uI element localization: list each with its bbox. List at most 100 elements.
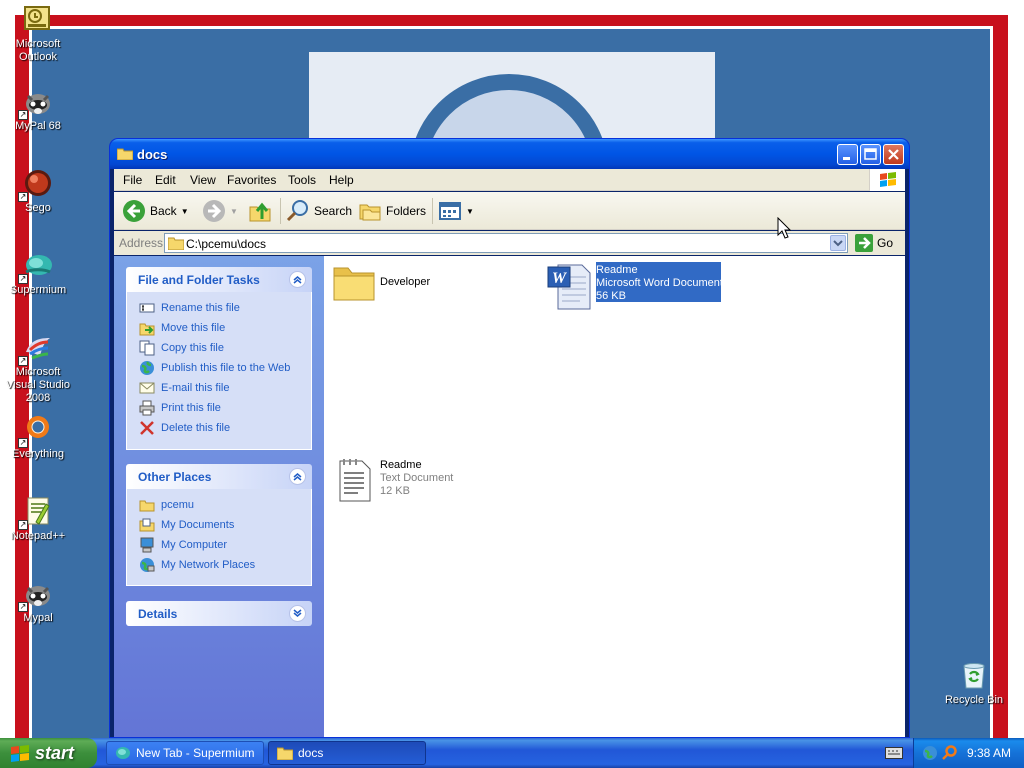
windows-logo-icon: [11, 745, 29, 762]
clock: 9:38 AM: [967, 746, 1012, 760]
task-label: Move this file: [161, 322, 226, 334]
wallpaper-image: [309, 52, 715, 152]
collapse-icon[interactable]: [289, 468, 306, 485]
folder-icon: [139, 497, 155, 513]
place-pcemu[interactable]: pcemu: [139, 495, 311, 515]
folder-icon: [277, 747, 293, 760]
search-tray-icon[interactable]: [942, 745, 958, 761]
chevron-down-icon[interactable]: ▼: [230, 207, 238, 216]
back-button[interactable]: Back ▼: [122, 198, 189, 224]
address-label: Address: [119, 236, 164, 250]
windows-logo-icon: [869, 169, 905, 191]
desktop-icon-mypal-68[interactable]: ↗ MyPal 68: [0, 86, 76, 133]
close-icon: [888, 149, 899, 160]
minimize-icon: [843, 157, 850, 160]
minimize-button[interactable]: [837, 144, 858, 165]
forward-button[interactable]: ▼: [202, 198, 238, 224]
move-icon: [139, 320, 155, 336]
taskbar-button-supermium[interactable]: New Tab - Supermium: [106, 741, 264, 765]
menu-tools[interactable]: Tools: [288, 173, 316, 187]
address-path: C:\pcemu\docs: [186, 237, 267, 251]
chevron-down-icon[interactable]: ▼: [181, 207, 189, 216]
file-item[interactable]: W Readme Microsoft Word Document 56 KB: [546, 262, 726, 311]
network-tray-icon[interactable]: [922, 745, 938, 761]
place-my-computer[interactable]: My Computer: [139, 535, 311, 555]
my-documents-icon: [139, 517, 155, 533]
copy-icon: [139, 340, 155, 356]
go-arrow-icon: [855, 234, 873, 252]
everything-icon: ↗: [18, 414, 54, 448]
task-label: Copy this file: [161, 342, 224, 354]
maximize-icon: [864, 148, 877, 160]
desktop-icon-outlook[interactable]: Microsoft Outlook: [0, 4, 76, 64]
desktop-icon-everything[interactable]: ↗ Everything: [0, 414, 76, 461]
menu-view[interactable]: View: [190, 173, 216, 187]
views-button[interactable]: ▼: [438, 198, 474, 224]
desktop-icon-supermium[interactable]: ↗ Supermium: [0, 250, 76, 297]
file-item[interactable]: Developer: [330, 258, 450, 306]
supermium-icon: ↗: [18, 250, 54, 284]
word-document-icon: W: [546, 263, 594, 311]
taskbar-button-label: docs: [298, 746, 324, 760]
folders-button[interactable]: Folders: [358, 198, 426, 224]
task-email[interactable]: E-mail this file: [139, 378, 311, 398]
file-item[interactable]: Readme Text Document 12 KB: [330, 457, 490, 505]
place-my-network-places[interactable]: My Network Places: [139, 555, 311, 575]
taskbar-button-label: New Tab - Supermium: [136, 746, 255, 760]
close-button[interactable]: [883, 144, 904, 165]
desktop-icon-recycle-bin[interactable]: Recycle Bin: [936, 660, 1012, 707]
task-print[interactable]: Print this file: [139, 398, 311, 418]
up-folder-button[interactable]: [248, 198, 272, 224]
go-button[interactable]: Go: [855, 233, 893, 253]
panel-header[interactable]: Details: [126, 601, 312, 626]
task-rename[interactable]: Rename this file: [139, 298, 311, 318]
task-label: Publish this file to the Web: [161, 362, 291, 374]
taskbar-button-docs[interactable]: docs: [268, 741, 426, 765]
mypal-icon: ↗: [18, 578, 54, 612]
folder-icon: [116, 147, 134, 161]
keyboard-icon[interactable]: [885, 747, 903, 759]
recycle-bin-icon: [958, 660, 990, 692]
panel-title: Details: [138, 607, 178, 621]
details-panel: Details: [126, 601, 312, 626]
address-input[interactable]: C:\pcemu\docs: [164, 233, 848, 253]
search-button[interactable]: Search: [286, 198, 352, 224]
desktop-icon-label: Microsoft Outlook: [15, 38, 61, 63]
outlook-icon: [22, 4, 54, 36]
menu-edit[interactable]: Edit: [155, 173, 176, 187]
desktop-icon-label: Recycle Bin: [944, 694, 1004, 706]
place-label: My Documents: [161, 519, 235, 531]
maximize-button[interactable]: [860, 144, 881, 165]
task-label: Print this file: [161, 402, 221, 414]
mypal-icon: ↗: [18, 86, 54, 120]
desktop-icon-sego[interactable]: ↗ Sego: [0, 168, 76, 215]
desktop-icon-label: Microsoft Visual Studio 2008: [5, 366, 70, 404]
desktop-icon-visual-studio[interactable]: ↗ Microsoft Visual Studio 2008: [0, 332, 76, 405]
chevron-down-icon: [833, 240, 843, 247]
task-move[interactable]: Move this file: [139, 318, 311, 338]
panel-header[interactable]: Other Places: [126, 464, 312, 489]
delete-icon: [139, 420, 155, 436]
menu-file[interactable]: File: [123, 173, 142, 187]
task-copy[interactable]: Copy this file: [139, 338, 311, 358]
menu-help[interactable]: Help: [329, 173, 354, 187]
panel-header[interactable]: File and Folder Tasks: [126, 267, 312, 292]
desktop-icon-notepadpp[interactable]: ↗ Notepad++: [0, 496, 76, 543]
task-pane: File and Folder Tasks Rename this file M…: [114, 256, 324, 737]
address-dropdown-button[interactable]: [830, 235, 846, 251]
desktop-icon-label: Notepad++: [10, 530, 66, 542]
title-bar[interactable]: docs: [110, 139, 909, 169]
up-folder-icon: [249, 202, 271, 222]
chevron-down-icon[interactable]: ▼: [466, 207, 474, 216]
menu-favorites[interactable]: Favorites: [227, 173, 276, 187]
place-my-documents[interactable]: My Documents: [139, 515, 311, 535]
desktop-icon-mypal[interactable]: ↗ Mypal: [0, 578, 76, 625]
task-publish[interactable]: Publish this file to the Web: [139, 358, 311, 378]
task-delete[interactable]: Delete this file: [139, 418, 311, 438]
expand-icon[interactable]: [289, 605, 306, 622]
views-icon: [439, 202, 461, 220]
window-title: docs: [137, 147, 168, 162]
collapse-icon[interactable]: [289, 271, 306, 288]
mouse-cursor-icon: [777, 217, 791, 239]
start-button[interactable]: start: [0, 738, 97, 768]
